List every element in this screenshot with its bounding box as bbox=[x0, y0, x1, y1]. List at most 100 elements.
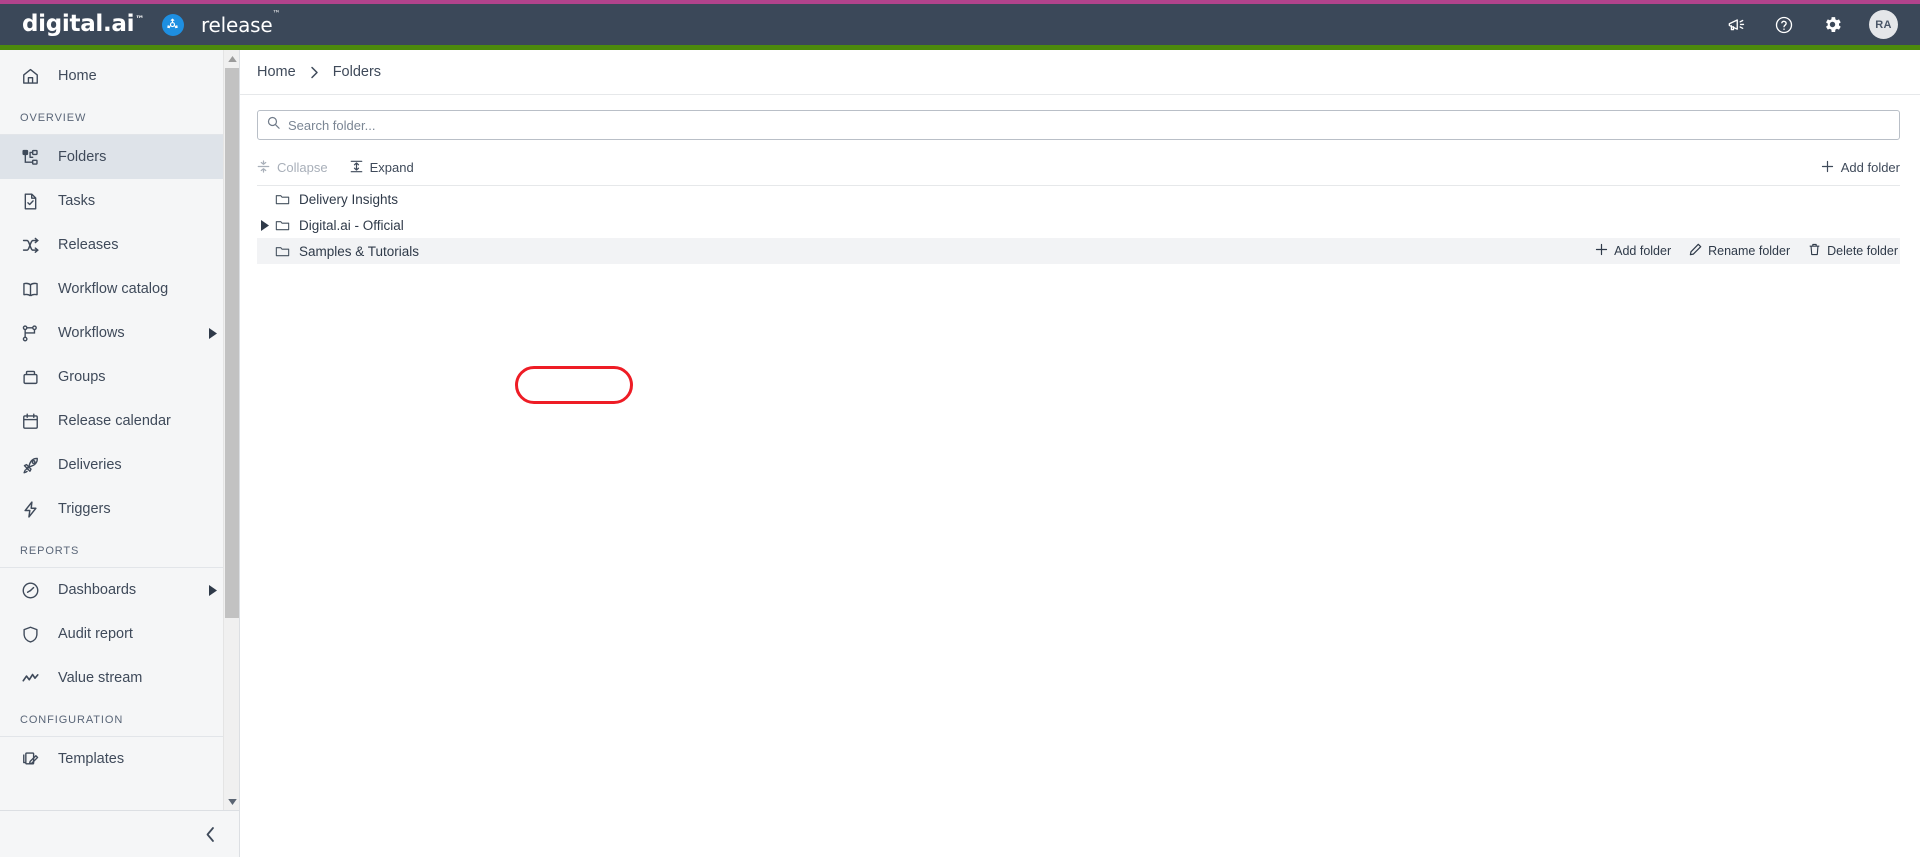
avatar[interactable]: RA bbox=[1869, 10, 1898, 39]
row-add-folder-label: Add folder bbox=[1614, 244, 1672, 258]
releases-icon bbox=[20, 235, 40, 255]
header-actions: RA bbox=[1725, 10, 1898, 39]
settings-gear-icon[interactable] bbox=[1821, 14, 1843, 36]
scrollbar-thumb[interactable] bbox=[225, 68, 239, 618]
rocket-icon bbox=[20, 455, 40, 475]
search-section bbox=[240, 95, 1920, 140]
sidebar: Home OVERVIEW Folders Tasks Releases Wor… bbox=[0, 50, 240, 857]
chevron-left-icon[interactable] bbox=[204, 826, 217, 843]
announcements-icon[interactable] bbox=[1725, 14, 1747, 36]
shield-icon bbox=[20, 624, 40, 644]
sidebar-item-label: Workflows bbox=[58, 325, 125, 341]
folder-row-delivery-insights[interactable]: Delivery Insights bbox=[257, 186, 1900, 212]
value-stream-icon bbox=[20, 668, 40, 688]
sidebar-item-dashboards[interactable]: Dashboards bbox=[0, 568, 239, 612]
collapse-icon bbox=[257, 159, 270, 176]
sidebar-item-label: Folders bbox=[58, 149, 107, 165]
search-input[interactable] bbox=[288, 117, 1890, 133]
sidebar-item-workflows[interactable]: Workflows bbox=[0, 311, 239, 355]
expand-caret-icon[interactable] bbox=[257, 219, 273, 231]
sidebar-nav: Home OVERVIEW Folders Tasks Releases Wor… bbox=[0, 54, 239, 781]
sidebar-item-label: Audit report bbox=[58, 626, 133, 642]
folder-row-label: Samples & Tutorials bbox=[299, 243, 420, 259]
folder-icon bbox=[275, 192, 297, 207]
row-delete-folder-button[interactable]: Delete folder bbox=[1808, 243, 1898, 259]
breadcrumb: Home Folders bbox=[240, 50, 1920, 95]
sidebar-section-title: OVERVIEW bbox=[20, 112, 87, 124]
collapse-button[interactable]: Collapse bbox=[257, 159, 328, 176]
breadcrumb-item-home[interactable]: Home bbox=[257, 64, 296, 80]
sidebar-item-workflow-catalog[interactable]: Workflow catalog bbox=[0, 267, 239, 311]
folder-row-samples-tutorials[interactable]: Samples & Tutorials Add folder Rename fo… bbox=[257, 238, 1900, 264]
app-body: Home OVERVIEW Folders Tasks Releases Wor… bbox=[0, 50, 1920, 857]
sidebar-item-label: Groups bbox=[58, 369, 106, 385]
sidebar-item-triggers[interactable]: Triggers bbox=[0, 487, 239, 531]
chevron-right-icon[interactable] bbox=[209, 584, 217, 596]
expand-button-label: Expand bbox=[369, 160, 414, 175]
folders-icon bbox=[20, 147, 40, 167]
sidebar-item-templates[interactable]: Templates bbox=[0, 737, 239, 781]
release-product-icon bbox=[161, 13, 184, 36]
sidebar-item-label: Releases bbox=[58, 237, 119, 253]
templates-icon bbox=[20, 749, 40, 769]
sidebar-item-audit-report[interactable]: Audit report bbox=[0, 612, 239, 656]
sidebar-item-release-calendar[interactable]: Release calendar bbox=[0, 399, 239, 443]
product-name-text: release bbox=[200, 12, 273, 37]
sidebar-item-value-stream[interactable]: Value stream bbox=[0, 656, 239, 700]
product-trademark: ™ bbox=[272, 8, 281, 18]
row-add-folder-button[interactable]: Add folder bbox=[1595, 243, 1671, 259]
sidebar-item-label: Deliveries bbox=[58, 457, 122, 473]
brand-logo[interactable]: digital.ai ™ release™ bbox=[22, 9, 280, 37]
sidebar-item-deliveries[interactable]: Deliveries bbox=[0, 443, 239, 487]
sidebar-section-title: REPORTS bbox=[20, 545, 80, 557]
sidebar-item-label: Workflow catalog bbox=[58, 281, 169, 297]
help-icon[interactable] bbox=[1773, 14, 1795, 36]
row-actions: Add folder Rename folder Delete folder bbox=[1595, 243, 1900, 259]
add-folder-button[interactable]: Add folder bbox=[1821, 160, 1900, 176]
breadcrumb-item-folders: Folders bbox=[332, 64, 382, 80]
workflow-catalog-icon bbox=[20, 279, 40, 299]
folder-row-label: Digital.ai - Official bbox=[299, 217, 404, 233]
collapse-button-label: Collapse bbox=[277, 160, 328, 175]
groups-icon bbox=[20, 367, 40, 387]
row-rename-folder-label: Rename folder bbox=[1708, 244, 1791, 258]
sidebar-item-label: Triggers bbox=[58, 501, 111, 517]
search-icon bbox=[267, 116, 280, 134]
scrollbar-down-arrow[interactable] bbox=[224, 793, 239, 810]
row-delete-folder-label: Delete folder bbox=[1827, 244, 1898, 258]
workflows-icon bbox=[20, 323, 40, 343]
plus-icon bbox=[1595, 243, 1608, 259]
sidebar-item-label: Home bbox=[58, 68, 97, 84]
brand-name-text: digital.ai bbox=[22, 11, 135, 37]
brand-name: digital.ai ™ bbox=[22, 13, 144, 36]
sidebar-item-folders[interactable]: Folders bbox=[0, 135, 239, 179]
expand-button[interactable]: Expand bbox=[350, 160, 414, 176]
sidebar-scrollbar[interactable] bbox=[223, 50, 239, 810]
folder-tree: Delivery Insights Digital.ai - Official … bbox=[257, 186, 1900, 404]
tree-toolbar: Collapse Expand Add folder bbox=[257, 150, 1900, 186]
pencil-icon bbox=[1689, 243, 1702, 259]
folder-row-digital-ai-official[interactable]: Digital.ai - Official bbox=[257, 212, 1900, 238]
sidebar-section-title: CONFIGURATION bbox=[20, 714, 124, 726]
sidebar-item-groups[interactable]: Groups bbox=[0, 355, 239, 399]
sidebar-item-releases[interactable]: Releases bbox=[0, 223, 239, 267]
folder-row-label: Delivery Insights bbox=[299, 191, 399, 207]
sidebar-item-label: Value stream bbox=[58, 670, 143, 686]
add-folder-button-label: Add folder bbox=[1840, 160, 1900, 175]
search-box[interactable] bbox=[257, 110, 1900, 140]
row-rename-folder-button[interactable]: Rename folder bbox=[1689, 243, 1790, 259]
calendar-icon bbox=[20, 411, 40, 431]
scrollbar-up-arrow[interactable] bbox=[224, 50, 239, 67]
folder-icon bbox=[275, 244, 297, 259]
plus-icon bbox=[1821, 160, 1834, 176]
annotation-highlight bbox=[515, 366, 633, 404]
lightning-icon bbox=[20, 499, 40, 519]
chevron-right-icon[interactable] bbox=[209, 327, 217, 339]
sidebar-item-label: Release calendar bbox=[58, 413, 171, 429]
sidebar-scroll-area: Home OVERVIEW Folders Tasks Releases Wor… bbox=[0, 50, 239, 810]
sidebar-item-tasks[interactable]: Tasks bbox=[0, 179, 239, 223]
brand-trademark: ™ bbox=[135, 15, 144, 25]
sidebar-item-label: Templates bbox=[58, 751, 125, 767]
sidebar-item-home[interactable]: Home bbox=[0, 54, 239, 98]
sidebar-item-label: Dashboards bbox=[58, 582, 137, 598]
